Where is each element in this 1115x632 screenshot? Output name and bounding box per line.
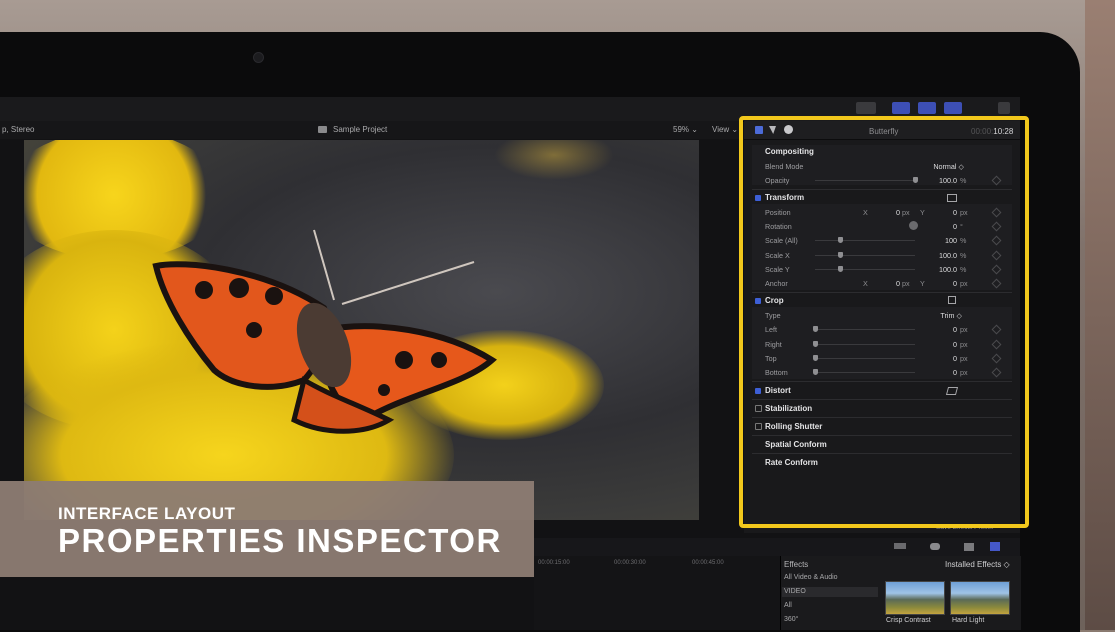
effects-header: Effects — [784, 560, 809, 569]
viewer-image[interactable] — [24, 140, 699, 520]
timeline-tick: 00:00:15:00 — [538, 560, 570, 566]
effect-thumbnail[interactable] — [950, 581, 1010, 615]
installed-effects-menu[interactable]: Installed Effects ◇ — [945, 560, 1010, 569]
camera-icon — [253, 52, 264, 63]
timeline-tick: 00:00:45:00 — [692, 560, 724, 566]
view-menu[interactable]: View ⌄ — [712, 125, 738, 134]
browser-toggle-icon[interactable] — [892, 102, 910, 114]
timeline-toolbar — [534, 538, 1020, 556]
effects-category[interactable]: All Video & Audio — [784, 574, 838, 581]
clapper-icon — [318, 126, 327, 133]
effect-thumbnail[interactable] — [885, 581, 945, 615]
project-name: Sample Project — [333, 125, 388, 134]
share-icon[interactable] — [998, 102, 1010, 114]
effect-name: Crisp Contrast — [886, 617, 931, 624]
effects-category[interactable]: 360° — [784, 616, 798, 623]
effects-category[interactable]: All — [784, 602, 792, 609]
flowers — [494, 140, 614, 180]
zoom-menu[interactable]: 59% ⌄ — [673, 125, 698, 134]
timeline-tick: 00:00:30:00 — [614, 560, 646, 566]
butterfly — [152, 229, 497, 434]
inspector-toggle-icon[interactable] — [944, 102, 962, 114]
audio-format-label: p, Stereo — [2, 125, 35, 134]
highlight-frame — [739, 116, 1029, 528]
effects-browser-icon[interactable] — [964, 543, 974, 551]
viewer-header: p, Stereo Sample Project 59% ⌄ View ⌄ — [0, 121, 740, 139]
effect-name: Hard Light — [952, 617, 985, 624]
layout-icon[interactable] — [856, 102, 876, 114]
clip-appearance-icon[interactable] — [894, 543, 906, 549]
title-card-line2: PROPERTIES INSPECTOR — [58, 522, 502, 559]
headphones-icon[interactable] — [930, 543, 940, 550]
transitions-icon[interactable] — [990, 542, 1000, 551]
effects-category[interactable]: VIDEO — [784, 588, 806, 595]
title-card-line1: INTERFACE LAYOUT — [58, 504, 236, 523]
background-brick — [1085, 0, 1115, 630]
timeline-toggle-icon[interactable] — [918, 102, 936, 114]
